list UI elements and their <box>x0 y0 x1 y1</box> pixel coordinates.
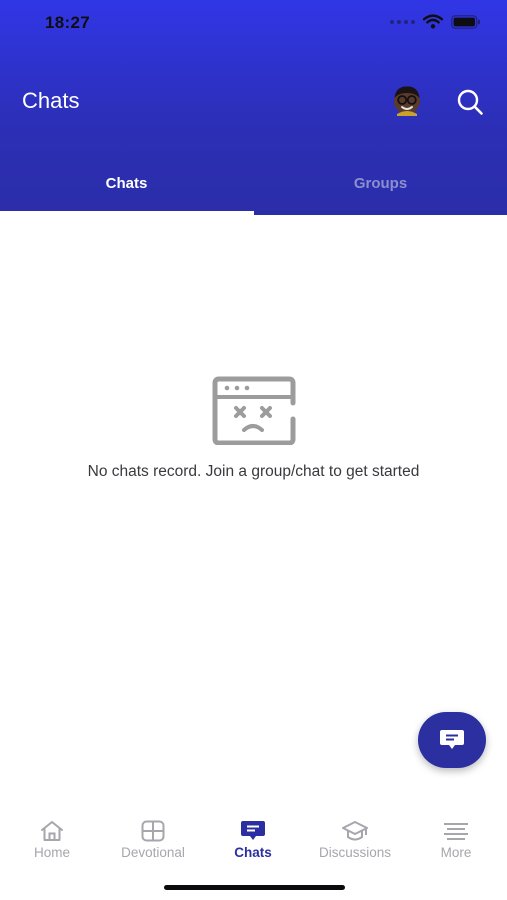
page-title: Chats <box>22 88 80 113</box>
status-time: 18:27 <box>45 13 90 32</box>
nav-devotional-label: Devotional <box>121 845 185 860</box>
sad-browser-window-icon <box>212 376 296 445</box>
app-header: 18:27 Chats Chats Groups <box>0 0 507 215</box>
search-icon[interactable] <box>455 87 485 117</box>
nav-home[interactable]: Home <box>2 810 102 864</box>
nav-home-label: Home <box>33 845 70 860</box>
new-chat-button[interactable] <box>418 712 486 768</box>
nav-chats-label: Chats <box>234 845 272 860</box>
empty-state-message: No chats record. Join a group/chat to ge… <box>87 463 420 480</box>
tab-chats[interactable]: Chats <box>0 175 253 215</box>
home-indicator <box>164 885 345 890</box>
bottom-navigation: Home Devotional Chats Discussions More <box>0 810 507 870</box>
nav-more-label: More <box>440 845 472 860</box>
nav-devotional[interactable]: Devotional <box>103 810 203 864</box>
nav-more[interactable]: More <box>406 810 506 864</box>
wifi-icon <box>423 14 443 29</box>
menu-lines-icon <box>444 823 468 840</box>
signal-icon <box>390 19 415 24</box>
avatar[interactable] <box>391 84 423 116</box>
new-chat-icon <box>440 730 464 749</box>
status-icons <box>390 14 481 29</box>
chat-icon <box>241 821 265 840</box>
nav-chats[interactable]: Chats <box>203 810 303 864</box>
nav-discussions-label: Discussions <box>318 845 392 860</box>
status-bar: 18:27 <box>0 0 507 46</box>
battery-icon <box>451 14 480 29</box>
graduation-cap-icon <box>342 821 368 841</box>
active-tab-indicator <box>0 211 254 215</box>
nav-discussions[interactable]: Discussions <box>305 810 405 864</box>
home-icon <box>41 821 63 841</box>
tab-groups[interactable]: Groups <box>254 175 507 215</box>
grid-icon <box>141 820 165 842</box>
